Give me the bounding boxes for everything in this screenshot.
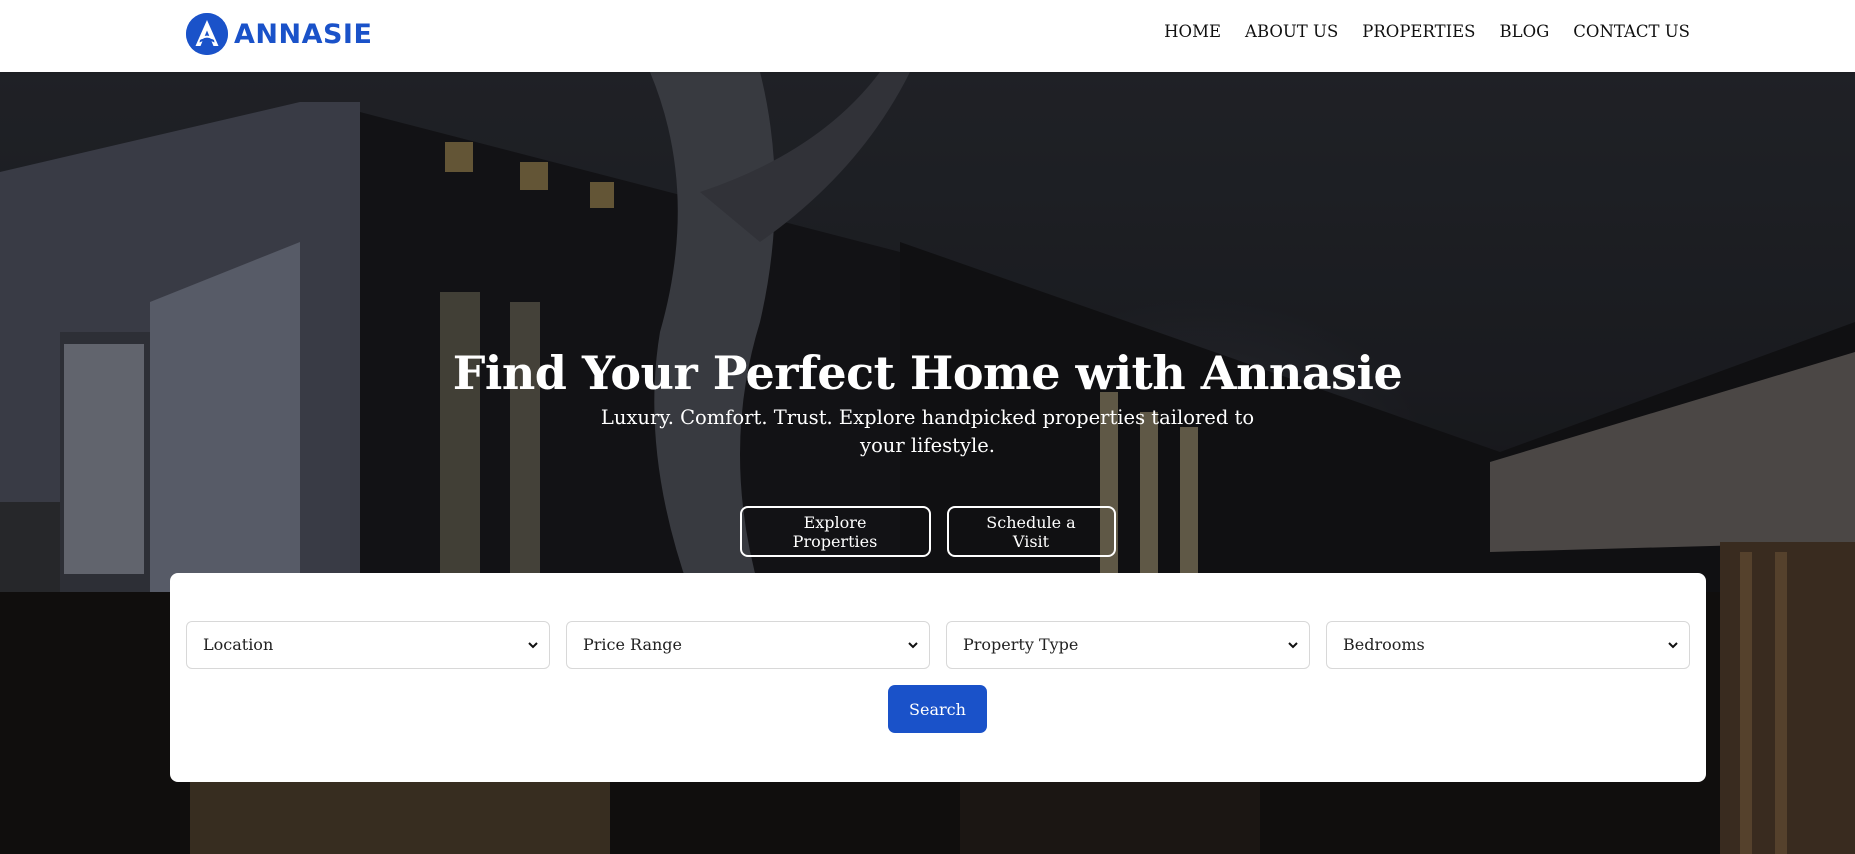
hero-content: Find Your Perfect Home with Annasie Luxu… <box>0 342 1855 557</box>
brand-name: ANNASIE <box>234 18 373 50</box>
property-type-select[interactable]: Property Type <box>946 621 1310 669</box>
nav-link-contact-us[interactable]: CONTACT US <box>1573 22 1690 41</box>
chevron-down-icon <box>908 642 918 649</box>
annasie-logo-icon <box>186 13 228 55</box>
hero-subtitle: Luxury. Comfort. Trust. Explore handpick… <box>600 406 1255 457</box>
property-search-card: Location Price Range Property Type Bedro… <box>170 573 1706 782</box>
hero-title: Find Your Perfect Home with Annasie <box>452 346 1403 400</box>
nav-link-blog[interactable]: BLOG <box>1500 22 1550 41</box>
location-select[interactable]: Location <box>186 621 550 669</box>
chevron-down-icon <box>1288 642 1298 649</box>
bedrooms-select[interactable]: Bedrooms <box>1326 621 1690 669</box>
explore-properties-button[interactable]: Explore Properties <box>739 506 931 557</box>
chevron-down-icon <box>528 642 538 649</box>
chevron-down-icon <box>1668 642 1678 649</box>
schedule-visit-button[interactable]: Schedule a Visit <box>946 506 1116 557</box>
search-button[interactable]: Search <box>888 685 987 733</box>
top-navbar: ANNASIE HOME ABOUT US PROPERTIES BLOG CO… <box>0 0 1855 72</box>
property-type-select-label: Property Type <box>963 635 1079 654</box>
nav-link-about-us[interactable]: ABOUT US <box>1245 22 1338 41</box>
bedrooms-select-label: Bedrooms <box>1343 635 1425 654</box>
nav-link-home[interactable]: HOME <box>1164 22 1221 41</box>
location-select-label: Location <box>203 635 274 654</box>
price-range-select[interactable]: Price Range <box>566 621 930 669</box>
hero-button-group: Explore Properties Schedule a Visit <box>0 506 1855 557</box>
search-filters: Location Price Range Property Type Bedro… <box>186 621 1690 669</box>
price-range-select-label: Price Range <box>583 635 683 654</box>
brand-logo[interactable]: ANNASIE <box>186 13 372 55</box>
nav-link-properties[interactable]: PROPERTIES <box>1362 22 1475 41</box>
main-nav: HOME ABOUT US PROPERTIES BLOG CONTACT US <box>1140 22 1690 41</box>
